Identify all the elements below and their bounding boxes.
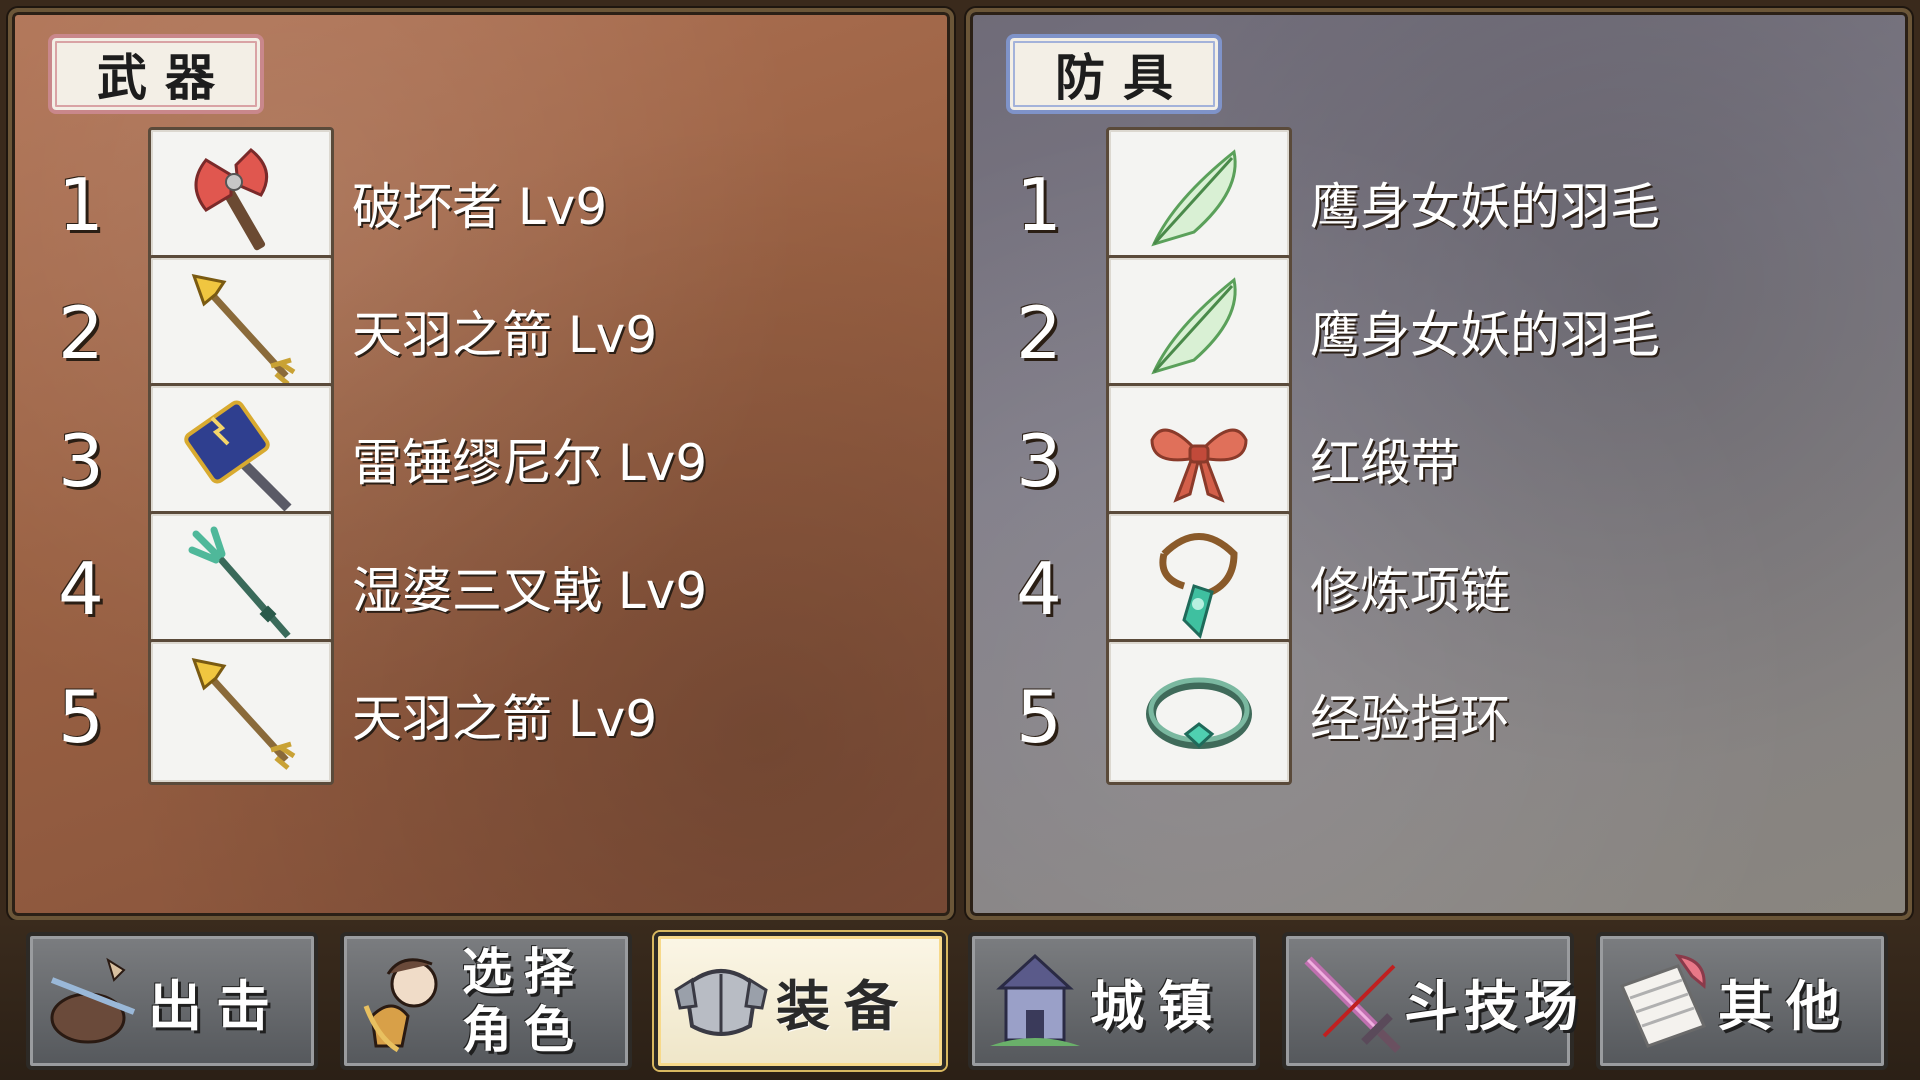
arena-label: 斗技场 [1404, 974, 1584, 1038]
armor-name: 修炼项链 [1310, 562, 1510, 620]
thunder-hammer-icon[interactable] [148, 383, 334, 529]
sortie-label: 出击 [148, 974, 284, 1038]
armor-slot-3[interactable]: 3 红缎带 [970, 383, 1908, 529]
armor-title: 防具 [1006, 34, 1222, 114]
red-ribbon-icon[interactable] [1106, 383, 1292, 529]
town-label: 城镇 [1090, 974, 1226, 1038]
town-icon [980, 946, 1090, 1056]
trident-icon[interactable] [148, 511, 334, 657]
feather-icon[interactable] [1106, 255, 1292, 401]
armor-name: 鹰身女妖的羽毛 [1310, 306, 1660, 364]
weapon-name: 天羽之箭 Lv9 [352, 306, 658, 364]
red-axe-icon[interactable] [148, 127, 334, 273]
weapon-slot-4[interactable]: 4 湿婆三叉戟 Lv9 [12, 511, 950, 657]
armor-slot-1[interactable]: 1 鹰身女妖的羽毛 [970, 127, 1908, 273]
slot-number: 1 [1016, 163, 1062, 247]
armor-name: 经验指环 [1310, 690, 1510, 748]
armor-icon [666, 946, 776, 1056]
necklace-icon[interactable] [1106, 511, 1292, 657]
weapon-slot-2[interactable]: 2 天羽之箭 Lv9 [12, 255, 950, 401]
golden-arrow-icon[interactable] [148, 255, 334, 401]
armor-name: 鹰身女妖的羽毛 [1310, 178, 1660, 236]
armor-panel: 防具 1 鹰身女妖的羽毛 2 鹰身女妖的羽毛 3 红缎带 4 修炼项链 5 经验… [966, 8, 1912, 920]
armor-name: 红缎带 [1310, 434, 1460, 492]
armor-slot-2[interactable]: 2 鹰身女妖的羽毛 [970, 255, 1908, 401]
character-icon [352, 946, 462, 1056]
select-label-line2: 角色 [462, 1001, 586, 1059]
weapon-name: 破坏者 Lv9 [352, 178, 608, 236]
weapon-name: 湿婆三叉戟 Lv9 [352, 562, 708, 620]
feather-icon[interactable] [1106, 127, 1292, 273]
weapon-slot-3[interactable]: 3 雷锤缪尼尔 Lv9 [12, 383, 950, 529]
slot-number: 3 [1016, 419, 1062, 503]
weapon-name: 雷锤缪尼尔 Lv9 [352, 434, 708, 492]
slot-number: 5 [1016, 675, 1062, 759]
select-character-button[interactable]: 选择 角色 [340, 932, 632, 1070]
weapons-panel: 武器 1 破坏者 Lv9 2 天羽之箭 Lv9 3 雷锤缪尼尔 Lv9 4 湿婆… [8, 8, 954, 920]
scroll-icon [1608, 946, 1718, 1056]
slot-number: 1 [58, 163, 104, 247]
sortie-button[interactable]: 出击 [26, 932, 318, 1070]
slot-number: 4 [58, 547, 104, 631]
equipment-screen: 武器 1 破坏者 Lv9 2 天羽之箭 Lv9 3 雷锤缪尼尔 Lv9 4 湿婆… [0, 0, 1920, 1080]
weapon-slot-1[interactable]: 1 破坏者 Lv9 [12, 127, 950, 273]
bottom-menu-bar: 出击 选择 角色 装备 城镇 斗技场 其他 [0, 920, 1920, 1080]
ring-icon[interactable] [1106, 639, 1292, 785]
sortie-icon [38, 946, 148, 1056]
slot-number: 2 [1016, 291, 1062, 375]
equipment-label: 装备 [776, 974, 912, 1038]
sword-icon [1294, 946, 1404, 1056]
weapons-title: 武器 [48, 34, 264, 114]
slot-number: 2 [58, 291, 104, 375]
slot-number: 4 [1016, 547, 1062, 631]
weapon-slot-5[interactable]: 5 天羽之箭 Lv9 [12, 639, 950, 785]
equipment-button[interactable]: 装备 [654, 932, 946, 1070]
arena-button[interactable]: 斗技场 [1282, 932, 1578, 1070]
other-label: 其他 [1718, 974, 1854, 1038]
select-character-label: 选择 角色 [462, 943, 586, 1059]
slot-number: 3 [58, 419, 104, 503]
armor-slot-4[interactable]: 4 修炼项链 [970, 511, 1908, 657]
select-label-line1: 选择 [462, 943, 586, 1001]
armor-slot-5[interactable]: 5 经验指环 [970, 639, 1908, 785]
town-button[interactable]: 城镇 [968, 932, 1260, 1070]
other-button[interactable]: 其他 [1596, 932, 1888, 1070]
slot-number: 5 [58, 675, 104, 759]
golden-arrow-icon[interactable] [148, 639, 334, 785]
weapon-name: 天羽之箭 Lv9 [352, 690, 658, 748]
